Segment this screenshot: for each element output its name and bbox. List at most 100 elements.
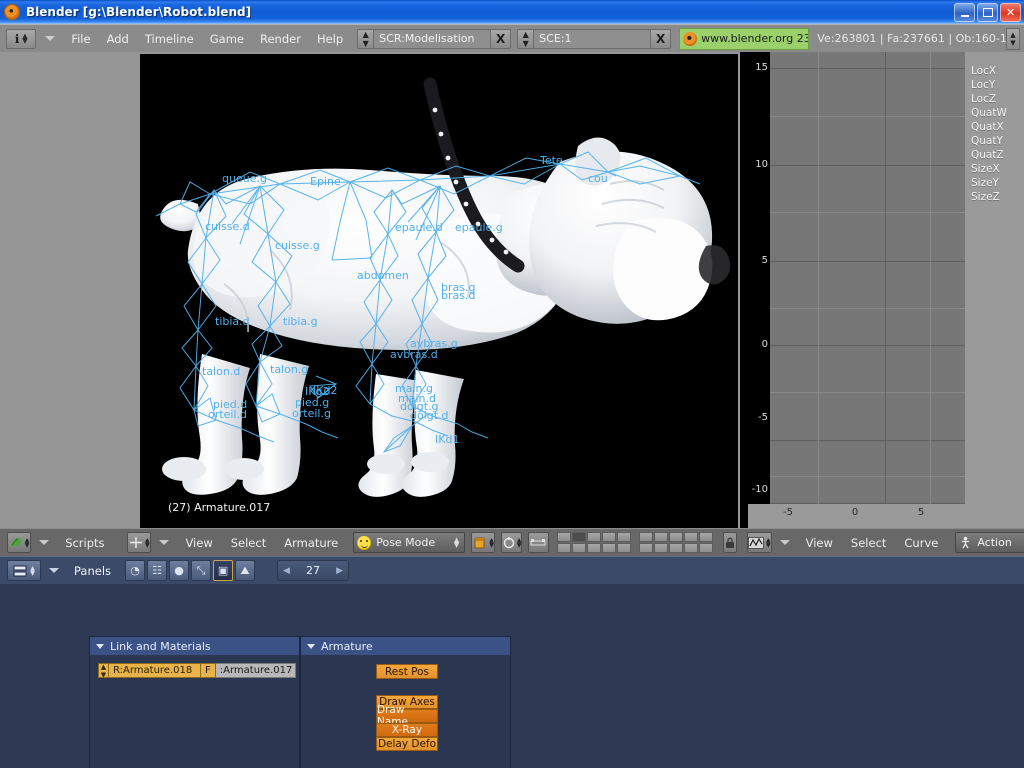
close-button[interactable] [1000, 2, 1021, 22]
menu-view3d-select[interactable]: Select [222, 534, 275, 552]
ipo-channel-sizey[interactable]: SizeY [965, 176, 1024, 190]
menu-add[interactable]: Add [99, 30, 137, 48]
action-datablock-dropdown[interactable]: Action ▲▼ [955, 532, 1024, 553]
layer-button[interactable] [653, 543, 668, 553]
menu-ipo-view[interactable]: View [797, 534, 842, 552]
scripts-window-type-icon[interactable]: ▲ ▼ [7, 532, 32, 553]
layer-button[interactable] [556, 543, 571, 553]
ipo-window-type-icon[interactable]: ▲ ▼ [747, 532, 772, 553]
menu-view3d-view[interactable]: View [176, 534, 221, 552]
editing-icon[interactable]: ▣ [213, 560, 234, 581]
ipo-x-axis: -5 0 5 [748, 504, 965, 528]
screen-spin-icon[interactable]: ▲ ▼ [357, 28, 374, 49]
blender-version-link[interactable]: www.blender.org 236 [679, 27, 810, 50]
layer-button[interactable] [653, 532, 668, 542]
menu-help[interactable]: Help [309, 30, 351, 48]
frame-prev-icon[interactable]: ◀ [283, 566, 290, 576]
view3d-header-collapse-icon[interactable] [159, 540, 170, 545]
lock-icon[interactable] [722, 532, 737, 553]
ipo-channel-locz[interactable]: LocZ [965, 92, 1024, 106]
fake-user-button[interactable]: F [201, 663, 216, 678]
scene-spin-icon[interactable]: ▲ ▼ [517, 28, 534, 49]
mode-dropdown[interactable]: Pose Mode ▲ ▼ [353, 532, 466, 553]
bone-label-cuisse-g: cuisse.g [275, 239, 320, 252]
window-title: Blender [g:\Blender\Robot.blend] [26, 5, 252, 19]
layer-button[interactable] [638, 532, 653, 542]
scene-icon[interactable]: ⛰ [235, 560, 256, 581]
layer-button[interactable] [668, 532, 683, 542]
layer-button[interactable] [601, 543, 616, 553]
panel-armature-title-bar[interactable]: Armature [301, 637, 510, 655]
menu-ipo-curve[interactable]: Curve [895, 534, 947, 552]
layer-button[interactable] [698, 543, 713, 553]
ipo-channel-quatx[interactable]: QuatX [965, 120, 1024, 134]
ipo-curve-canvas[interactable] [770, 52, 965, 504]
layer-button[interactable] [683, 532, 698, 542]
ipo-channel-quatz[interactable]: QuatZ [965, 148, 1024, 162]
ipo-channel-locx[interactable]: LocX [965, 64, 1024, 78]
maximize-button[interactable] [977, 2, 998, 22]
layer-button[interactable] [571, 532, 586, 542]
logic-icon[interactable]: ◔ [125, 560, 146, 581]
delay-deform-button[interactable]: Delay Defo [376, 737, 438, 751]
minimize-button[interactable] [954, 2, 975, 22]
draw-name-button[interactable]: Draw Name [376, 704, 438, 728]
frame-number-field[interactable]: ◀ 27 ▶ [277, 560, 350, 581]
scene-name-field[interactable]: SCE:1 [533, 28, 652, 49]
screen-delete-button[interactable]: X [491, 28, 512, 49]
menu-panels[interactable]: Panels [66, 564, 119, 578]
info-window-type-icon[interactable]: ℹ ▲ ▼ [6, 28, 37, 49]
layer-button[interactable] [601, 532, 616, 542]
header-collapse-icon[interactable] [45, 36, 56, 41]
layer-button[interactable] [571, 543, 586, 553]
script-icon[interactable]: ☷ [147, 560, 168, 581]
screen-name-field[interactable]: SCR:Modelisation [373, 28, 492, 49]
armature-datablock-spin-icon[interactable]: ▲ ▼ [98, 663, 109, 679]
ipo-header: ▲▼ View Select Curve Action ▲▼ [740, 528, 1024, 556]
layer-button[interactable] [683, 543, 698, 553]
menu-scripts[interactable]: Scripts [56, 534, 113, 552]
layer-button[interactable] [668, 543, 683, 553]
scripts-header-collapse-icon[interactable] [39, 540, 50, 545]
layer-button[interactable] [556, 532, 571, 542]
menu-file[interactable]: File [63, 30, 98, 48]
panel-collapse-icon[interactable] [307, 643, 315, 649]
header-scroll-icon[interactable]: ▲ ▼ [1006, 27, 1020, 50]
object-icon[interactable]: ⤡ [191, 560, 212, 581]
layer-button[interactable] [586, 532, 601, 542]
rest-pos-button[interactable]: Rest Pos [376, 664, 438, 679]
layer-grid-1[interactable] [556, 532, 631, 553]
layer-grid-2[interactable] [638, 532, 713, 553]
object-datablock-field[interactable]: :Armature.017 [215, 663, 296, 678]
ipo-channel-quatw[interactable]: QuatW [965, 106, 1024, 120]
ipo-header-collapse-icon[interactable] [779, 540, 790, 545]
buttons-header-collapse-icon[interactable] [49, 568, 59, 573]
menu-game[interactable]: Game [202, 30, 252, 48]
ipo-channel-sizex[interactable]: SizeX [965, 162, 1024, 176]
snap-icon[interactable] [528, 532, 549, 553]
layer-button[interactable] [638, 543, 653, 553]
layer-button[interactable] [616, 543, 631, 553]
pivot-icon[interactable]: ▲ ▼ [500, 532, 523, 553]
menu-ipo-select[interactable]: Select [842, 534, 895, 552]
view3d-canvas[interactable]: queue.g Epine Tete cou cuisse.d cuisse.g epaul… [140, 54, 738, 528]
buttons-window-type-icon[interactable]: ▲ ▼ [7, 560, 41, 581]
menu-view3d-armature[interactable]: Armature [275, 534, 347, 552]
layer-button[interactable] [586, 543, 601, 553]
armature-datablock-field[interactable]: R:Armature.018 [109, 663, 201, 678]
panel-collapse-icon[interactable] [96, 643, 104, 649]
shading-icon[interactable]: ● [169, 560, 190, 581]
view3d-window-type-icon[interactable]: ▲ ▼ [127, 532, 152, 553]
frame-next-icon[interactable]: ▶ [336, 566, 343, 576]
menu-timeline[interactable]: Timeline [137, 30, 202, 48]
panel-link-and-materials-title-bar[interactable]: Link and Materials [90, 637, 299, 655]
ipo-channel-sizez[interactable]: SizeZ [965, 190, 1024, 204]
scene-delete-button[interactable]: X [651, 28, 672, 49]
layer-button[interactable] [616, 532, 631, 542]
draw-type-icon[interactable]: ▲ ▼ [471, 532, 495, 553]
layer-button[interactable] [698, 532, 713, 542]
menu-render[interactable]: Render [252, 30, 309, 48]
ipo-channel-quaty[interactable]: QuatY [965, 134, 1024, 148]
ipo-channel-locy[interactable]: LocY [965, 78, 1024, 92]
x-ray-button[interactable]: X-Ray [376, 723, 438, 737]
